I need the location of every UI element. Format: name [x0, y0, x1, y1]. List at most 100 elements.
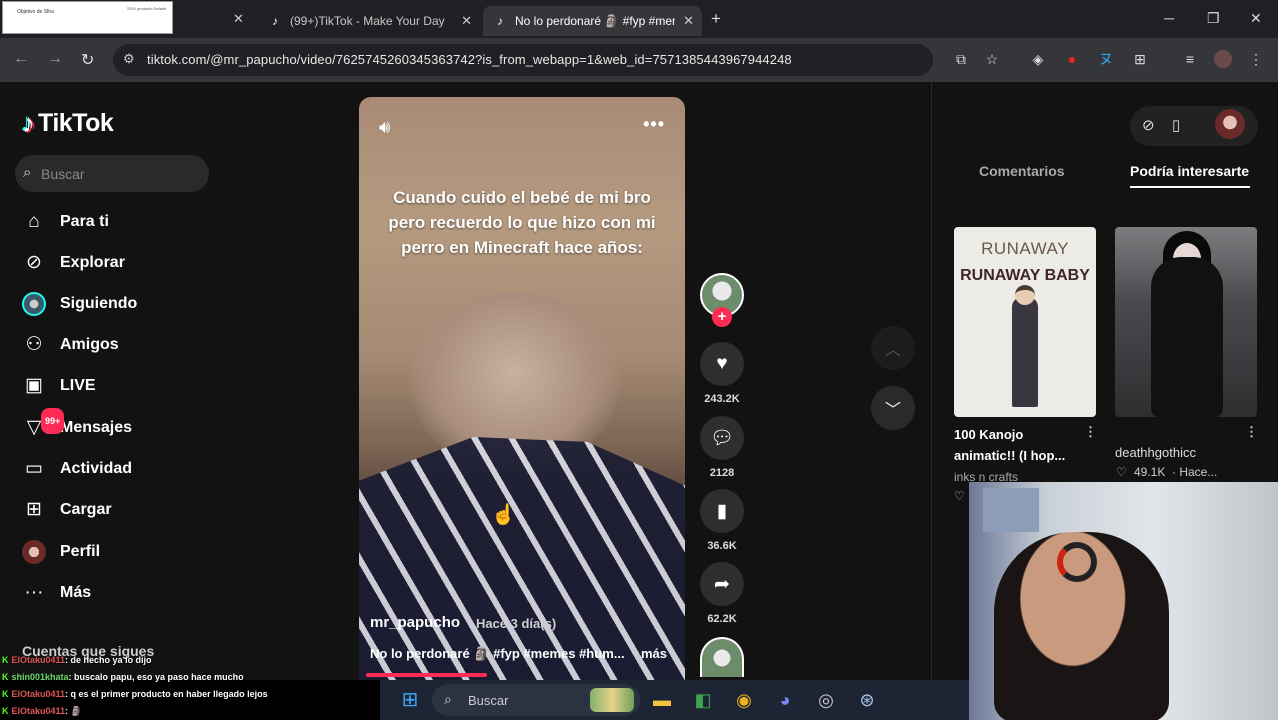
sidebar-item-mas[interactable]: ··· Más: [22, 579, 92, 607]
tab-close-icon[interactable]: ✕: [683, 13, 694, 29]
share-action[interactable]: ➦ 62.2K: [700, 562, 744, 625]
follow-plus-button[interactable]: +: [712, 307, 732, 327]
video-frame-blanket: [359, 437, 685, 680]
forward-icon[interactable]: →: [47, 50, 63, 68]
tab-podria-interesarte[interactable]: Podría interesarte: [1130, 163, 1249, 179]
more-icon: ···: [24, 582, 44, 603]
sidebar-item-amigos[interactable]: ⚇ Amigos: [22, 331, 118, 359]
video-progress-bar[interactable]: [366, 673, 487, 677]
taskbar-search[interactable]: ⌕ Buscar: [432, 684, 640, 716]
hand-cursor-icon: ☝: [491, 504, 516, 526]
comment-action[interactable]: 💬︎ 2128: [700, 416, 744, 479]
steam-icon[interactable]: ⊛: [855, 688, 879, 712]
mobile-device-icon[interactable]: ▯: [1172, 116, 1180, 134]
search-input[interactable]: ⌕ Buscar: [15, 155, 209, 192]
extension-icon[interactable]: ◈: [1029, 50, 1047, 68]
recommended-video-card[interactable]: [1115, 227, 1257, 417]
video-author[interactable]: mr_papucho: [370, 614, 460, 631]
heart-icon: ♡: [954, 489, 965, 503]
chrome-icon[interactable]: ◉: [732, 688, 756, 712]
user-avatar[interactable]: [1215, 109, 1245, 139]
heart-icon: ♡: [1116, 465, 1127, 479]
reload-icon[interactable]: ↻: [81, 50, 94, 70]
bookmark-icon[interactable]: ▮: [700, 489, 744, 533]
video-more-link[interactable]: más: [641, 646, 667, 661]
sidebar-item-label: Siguiendo: [60, 295, 138, 312]
headset-icon: [1057, 542, 1097, 582]
minimize-button[interactable]: ─: [1164, 10, 1174, 26]
tiktok-note-icon: ♪: [22, 108, 35, 138]
tab-thumbnail-preview[interactable]: Objetivo de Sfira 2024 producto Detalle: [2, 1, 173, 34]
share-icon[interactable]: ➦: [700, 562, 744, 606]
site-info-icon[interactable]: ⚙: [123, 51, 135, 67]
app-icon[interactable]: ◧: [691, 688, 715, 712]
chat-message: K ElOtaku0411: de hecho ya lo dijo: [2, 652, 382, 669]
webcam-overlay: [969, 482, 1278, 720]
like-action[interactable]: ♥ 243.2K: [700, 342, 744, 405]
recommended-video-card[interactable]: RUNAWAY RUNAWAY BABY: [954, 227, 1096, 417]
card-author[interactable]: deathhgothicc: [1115, 442, 1196, 463]
kick-icon: K: [2, 689, 9, 699]
discord-icon[interactable]: ◕: [773, 688, 797, 712]
previous-video-button[interactable]: ︿: [871, 326, 915, 370]
comment-icon[interactable]: 💬︎: [700, 416, 744, 460]
bookmark-star-icon[interactable]: ☆: [983, 50, 1001, 68]
sidebar-item-siguiendo[interactable]: Siguiendo: [22, 290, 137, 318]
browser-toolbar: ← → ↻ ⚙ tiktok.com/@mr_papucho/video/762…: [0, 38, 1278, 82]
video-posted-time: · Hace 3 día(s): [468, 616, 557, 631]
chat-user: ElOtaku0411: [11, 706, 66, 716]
obs-icon[interactable]: ◎: [814, 688, 838, 712]
compass-icon: ⊘: [26, 252, 42, 273]
video-more-options-icon[interactable]: •••: [643, 114, 665, 135]
tab-close-icon[interactable]: ✕: [461, 13, 472, 29]
video-description: No lo perdonaré 🗿 #fyp #memes #hum...: [370, 646, 625, 661]
chat-text: : de hecho ya lo dijo: [65, 655, 152, 665]
tab-close-icon[interactable]: ✕: [233, 11, 244, 27]
sidebar-item-para-ti[interactable]: ⌂ Para ti: [22, 208, 109, 236]
sidebar-item-actividad[interactable]: ▭ Actividad: [22, 455, 132, 483]
record-extension-icon[interactable]: ●: [1063, 50, 1081, 68]
maximize-button[interactable]: ❐: [1207, 10, 1220, 27]
save-count: 36.6K: [707, 540, 737, 552]
menu-kebab-icon[interactable]: ⋮: [1247, 50, 1265, 68]
tab-title: (99+)TikTok - Make Your Day: [290, 14, 445, 28]
install-app-icon[interactable]: ⧉: [952, 50, 970, 68]
extensions-puzzle-icon[interactable]: ⊞: [1131, 50, 1149, 68]
thumbnail-subtitle: RUNAWAY BABY: [960, 267, 1090, 284]
sidebar-item-explorar[interactable]: ⊘ Explorar: [22, 249, 125, 277]
next-video-button[interactable]: ﹀: [871, 386, 915, 430]
tab-current-video[interactable]: ♪ No lo perdonaré 🗿 #fyp #mer ✕: [483, 6, 702, 36]
tab-title: No lo perdonaré 🗿 #fyp #mer: [515, 14, 675, 28]
thumbnail-text: Objetivo de Sfira: [17, 9, 54, 15]
volume-icon[interactable]: 🔊︎: [379, 117, 390, 138]
card-title[interactable]: 100 Kanojo animatic!! (I hop...: [954, 424, 1076, 466]
tab-comentarios[interactable]: Comentarios: [979, 163, 1065, 179]
chat-user: ElOtaku0411: [11, 655, 66, 665]
back-icon[interactable]: ←: [13, 50, 29, 68]
sidebar-item-live[interactable]: ▣ LIVE: [22, 372, 96, 400]
browser-tab-strip: Objetivo de Sfira 2024 producto Detalle …: [0, 0, 1278, 38]
card-kebab-icon[interactable]: ⋮: [1245, 424, 1258, 440]
sidebar-item-perfil[interactable]: Perfil: [22, 538, 100, 566]
sidebar-item-mensajes[interactable]: ▽ 99+ Mensajes: [22, 408, 132, 442]
thumbnail-figure: [1151, 257, 1223, 417]
profile-avatar-icon[interactable]: [1214, 50, 1232, 68]
save-action[interactable]: ▮ 36.6K: [700, 489, 744, 552]
thumbnail-title: RUNAWAY: [981, 239, 1069, 258]
compass-icon[interactable]: ⊘: [1142, 116, 1155, 134]
tiktok-logo[interactable]: ♪ TikTok: [22, 108, 114, 139]
file-explorer-icon[interactable]: ▬: [650, 688, 674, 712]
translate-extension-icon[interactable]: ヌ: [1097, 50, 1115, 68]
heart-icon[interactable]: ♥: [700, 342, 744, 386]
video-player[interactable]: 🔊︎ ••• Cuando cuido el bebé de mi bro pe…: [359, 97, 685, 680]
card-kebab-icon[interactable]: ⋮: [1084, 424, 1097, 440]
sidebar-item-cargar[interactable]: ⊞ Cargar: [22, 496, 112, 524]
windows-start-icon[interactable]: ⊞: [398, 688, 422, 712]
new-tab-button[interactable]: +: [711, 9, 721, 29]
address-bar[interactable]: ⚙ tiktok.com/@mr_papucho/video/762574526…: [113, 44, 933, 76]
window-close-button[interactable]: ✕: [1250, 10, 1262, 27]
next-author-avatar[interactable]: [700, 637, 744, 677]
active-tab-indicator: [1130, 186, 1250, 188]
tab-tiktok-home[interactable]: ♪ (99+)TikTok - Make Your Day ✕: [258, 6, 480, 36]
media-control-icon[interactable]: ≡: [1181, 50, 1199, 68]
